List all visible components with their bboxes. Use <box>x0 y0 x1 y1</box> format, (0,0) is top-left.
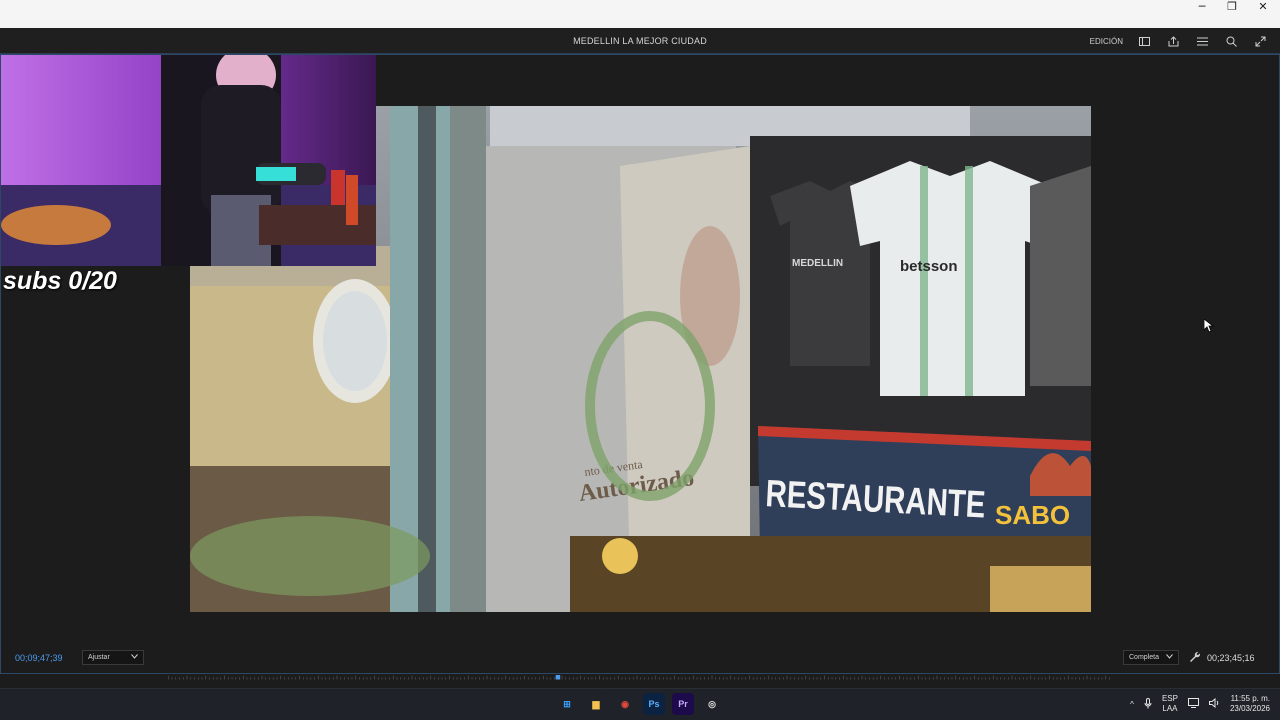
workspace-label[interactable]: EDICIÓN <box>1090 37 1123 46</box>
minimize-button[interactable]: ─ <box>1186 0 1218 16</box>
sign-text-2: SABO <box>995 500 1070 530</box>
wrench-icon[interactable] <box>1189 651 1201 665</box>
lang-code: ESP <box>1161 694 1178 703</box>
panel-icon[interactable] <box>1137 34 1152 48</box>
zoom-dropdown-value: Ajustar <box>88 654 110 661</box>
clock-time: 11:55 p. m. <box>1230 694 1270 703</box>
program-monitor: nto de venta Autorizado MEDELLIN betsson… <box>0 54 1280 720</box>
subs-counter: subs 0/20 <box>3 267 117 295</box>
menu-icon[interactable] <box>1195 34 1210 48</box>
taskbar-obs-icon[interactable]: ◎ <box>701 693 723 715</box>
app-header: MEDELLIN LA MEJOR CIUDAD EDICIÓN <box>0 28 1280 54</box>
restore-button[interactable]: ❐ <box>1216 0 1248 16</box>
search-icon[interactable] <box>1224 34 1239 48</box>
window-titlebar: ─ ❐ ✕ <box>0 0 1280 28</box>
system-tray: ^ ESP LAA 11:55 p. m. 23/03/2026 <box>1130 694 1270 714</box>
project-title: MEDELLIN LA MEJOR CIUDAD <box>573 36 707 46</box>
premiere-app: MEDELLIN LA MEJOR CIUDAD EDICIÓN nto de … <box>0 28 1280 720</box>
taskbar-chrome-icon[interactable]: ◉ <box>614 693 636 715</box>
chevron-down-icon <box>131 654 138 661</box>
chevron-down-icon <box>1166 654 1173 661</box>
shirt-text-2: betsson <box>900 258 958 275</box>
playhead-marker[interactable] <box>555 675 561 680</box>
time-ruler[interactable] <box>11 675 1269 681</box>
microphone-icon[interactable] <box>1144 697 1152 711</box>
taskbar-file-explorer-icon[interactable]: ▆ <box>585 693 607 715</box>
header-actions: EDICIÓN <box>1090 34 1268 48</box>
volume-icon[interactable] <box>1208 697 1220 710</box>
language-indicator[interactable]: ESP LAA <box>1162 694 1178 714</box>
taskbar-premiere-icon[interactable]: Pr <box>672 693 694 715</box>
taskbar-clock[interactable]: 11:55 p. m. 23/03/2026 <box>1230 694 1270 714</box>
webcam-overlay <box>1 55 376 266</box>
fullscreen-icon[interactable] <box>1253 34 1268 48</box>
taskbar-start-icon[interactable]: ⊞ <box>556 693 578 715</box>
clock-date: 23/03/2026 <box>1229 704 1270 713</box>
tray-overflow-icon[interactable]: ^ <box>1130 700 1134 709</box>
resolution-dropdown[interactable]: Completa <box>1123 650 1179 665</box>
playhead-timecode[interactable]: 00;09;47;39 <box>15 653 63 663</box>
lang-layout: LAA <box>1162 704 1178 713</box>
share-icon[interactable] <box>1166 34 1181 48</box>
windows-taskbar: ⊞ ▆ ◉ Ps Pr ◎ ^ ESP LAA 11:55 p. m. 23/03/202… <box>0 688 1280 720</box>
resolution-dropdown-value: Completa <box>1129 654 1159 661</box>
taskbar-apps: ⊞ ▆ ◉ Ps Pr ◎ <box>556 693 723 715</box>
close-button[interactable]: ✕ <box>1247 0 1279 16</box>
duration-timecode: 00;23;45;16 <box>1207 653 1255 663</box>
shirt-text-1: MEDELLIN <box>792 258 843 269</box>
zoom-dropdown[interactable]: Ajustar <box>82 650 144 665</box>
taskbar-photoshop-icon[interactable]: Ps <box>643 693 665 715</box>
mouse-cursor-icon <box>1203 318 1215 338</box>
network-icon[interactable] <box>1187 698 1199 710</box>
